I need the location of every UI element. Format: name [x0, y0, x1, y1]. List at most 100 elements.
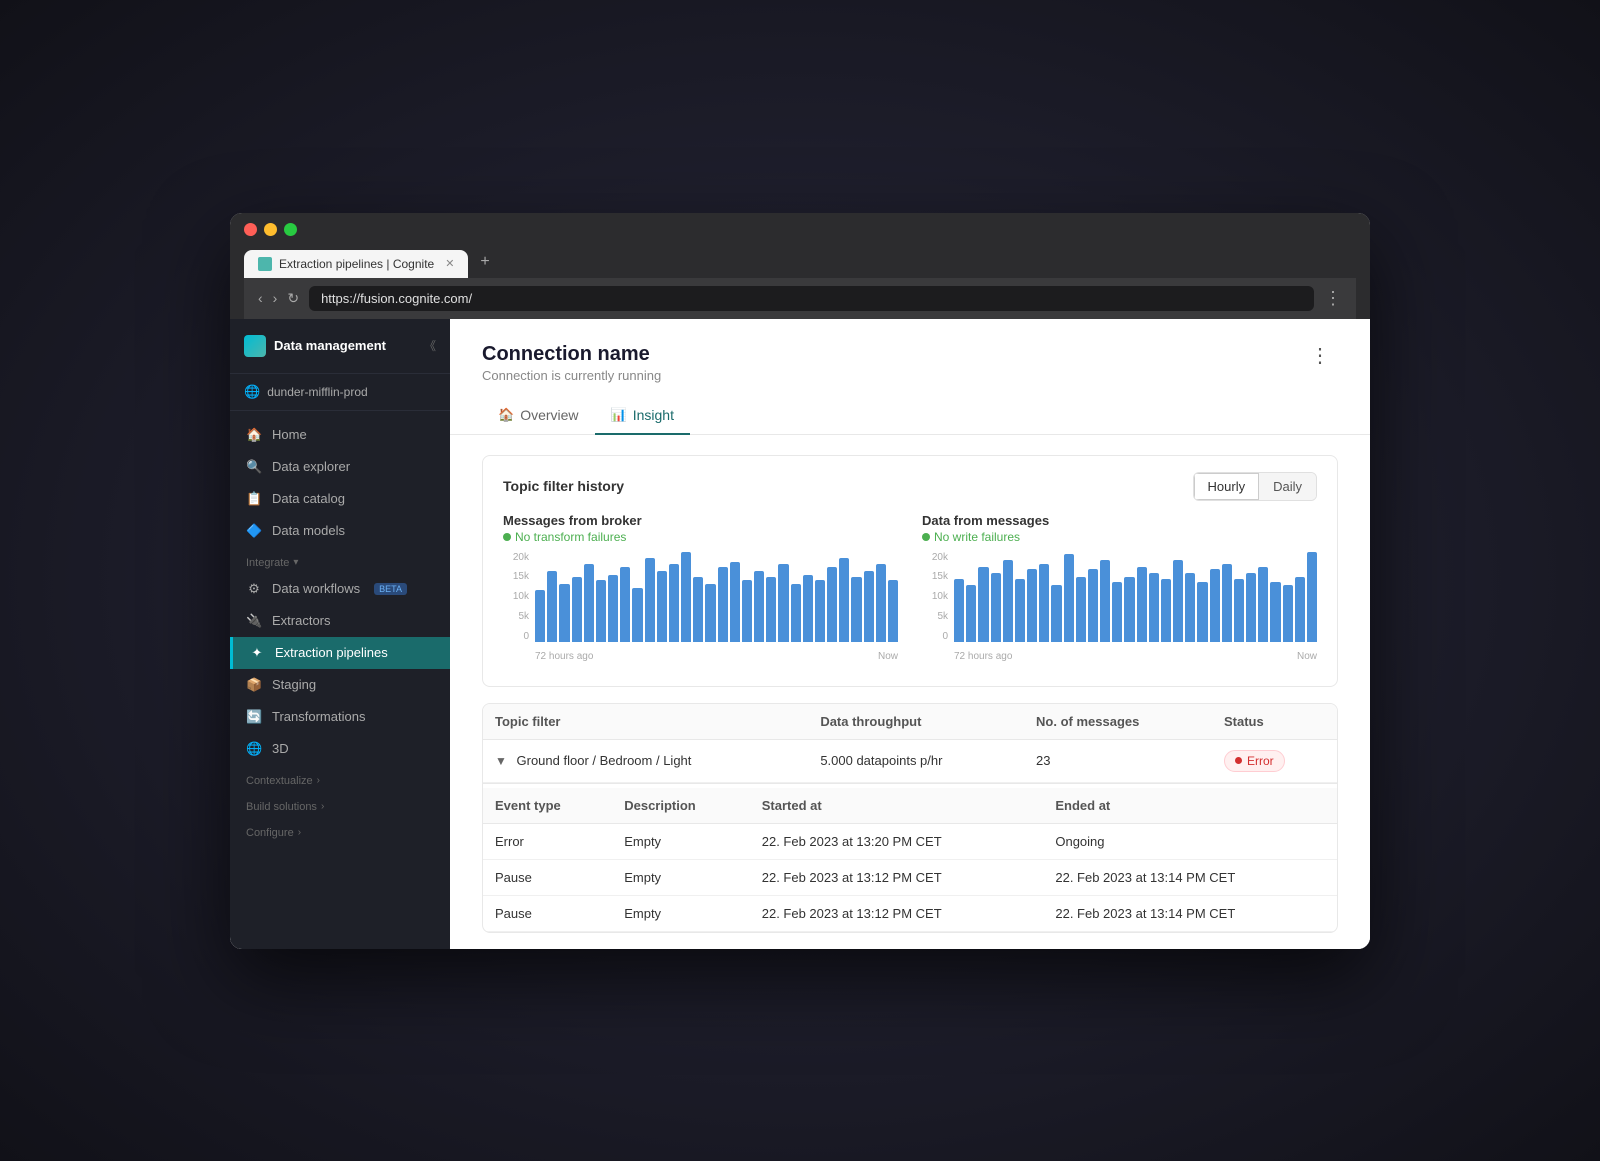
events-table-row[interactable]: PauseEmpty22. Feb 2023 at 13:12 PM CET22…	[483, 859, 1337, 895]
error-dot-icon	[1235, 757, 1242, 764]
events-table-row[interactable]: ErrorEmpty22. Feb 2023 at 13:20 PM CETOn…	[483, 823, 1337, 859]
search-icon: 🔍	[246, 459, 262, 475]
chart-bar	[1234, 579, 1244, 642]
sidebar-item-data-workflows[interactable]: ⚙ Data workflows BETA	[230, 573, 450, 605]
page-subtitle: Connection is currently running	[482, 368, 661, 383]
active-tab[interactable]: Extraction pipelines | Cognite ✕	[244, 250, 468, 278]
workspace-selector[interactable]: 🌐 dunder-mifflin-prod	[230, 374, 450, 411]
chart-bar	[572, 577, 582, 641]
sidebar-header: Data management 《	[230, 319, 450, 374]
events-table-row[interactable]: PauseEmpty22. Feb 2023 at 13:12 PM CET22…	[483, 895, 1337, 931]
chart-bar	[1088, 569, 1098, 642]
chart-bar	[742, 580, 752, 642]
y-label: 20k	[922, 552, 948, 563]
chevron-right-icon: ›	[317, 775, 320, 786]
sidebar-item-home[interactable]: 🏠 Home	[230, 419, 450, 451]
col-status: Status	[1212, 704, 1337, 740]
chart-bar	[766, 577, 776, 641]
new-tab-button[interactable]: +	[470, 246, 499, 278]
chart-bar	[1307, 552, 1317, 642]
messages-status-text: No transform failures	[515, 530, 626, 544]
page-title: Connection name	[482, 343, 661, 366]
sidebar-item-label: Home	[272, 427, 307, 442]
tab-insight[interactable]: 📊 Insight	[595, 397, 690, 435]
build-solutions-label: Build solutions	[246, 801, 317, 813]
browser-tabs: Extraction pipelines | Cognite ✕ +	[244, 246, 1356, 278]
app-container: Data management 《 🌐 dunder-mifflin-prod …	[230, 319, 1370, 949]
card-title-row: Topic filter history Hourly Daily	[503, 472, 1317, 501]
integrate-label: Integrate	[246, 557, 289, 569]
close-button[interactable]	[244, 223, 257, 236]
page-more-button[interactable]: ⋮	[1302, 343, 1338, 368]
tab-insight-label: Insight	[633, 407, 674, 423]
success-dot-icon	[503, 533, 511, 541]
sidebar-item-extraction-pipelines[interactable]: ✦ Extraction pipelines	[230, 637, 450, 669]
col-data-throughput: Data throughput	[808, 704, 1024, 740]
events-cell-description: Empty	[612, 859, 750, 895]
sidebar-item-transformations[interactable]: 🔄 Transformations	[230, 701, 450, 733]
topic-filter-table-card: Topic filter Data throughput No. of mess…	[482, 703, 1338, 933]
app-title: Data management	[274, 338, 416, 353]
minimize-button[interactable]	[264, 223, 277, 236]
tab-title: Extraction pipelines | Cognite	[279, 257, 434, 271]
workflows-icon: ⚙	[246, 581, 262, 597]
transformations-icon: 🔄	[246, 709, 262, 725]
data-y-axis: 20k 15k 10k 5k 0	[922, 552, 952, 642]
messages-x-labels: 72 hours ago Now	[535, 651, 898, 662]
chart-bar	[966, 585, 976, 641]
chart-bar	[705, 584, 715, 642]
sidebar-item-label: Data workflows	[272, 581, 360, 596]
chart-bar	[815, 580, 825, 642]
url-input[interactable]	[309, 286, 1314, 311]
sidebar-item-data-catalog[interactable]: 📋 Data catalog	[230, 483, 450, 515]
integrate-section-label[interactable]: Integrate ▾	[230, 547, 450, 573]
daily-toggle-button[interactable]: Daily	[1259, 473, 1316, 500]
chart-bar	[669, 564, 679, 641]
table-cell-throughput: 5.000 datapoints p/hr	[808, 739, 1024, 782]
configure-section-label[interactable]: Configure ›	[230, 817, 450, 843]
extractors-icon: 🔌	[246, 613, 262, 629]
chart-bar	[1112, 582, 1122, 642]
sidebar-item-label: Data catalog	[272, 491, 345, 506]
chart-bar	[681, 552, 691, 642]
sidebar-item-extractors[interactable]: 🔌 Extractors	[230, 605, 450, 637]
sidebar-item-data-explorer[interactable]: 🔍 Data explorer	[230, 451, 450, 483]
events-cell-started: 22. Feb 2023 at 13:12 PM CET	[750, 895, 1044, 931]
address-bar: ‹ › ↻ ⋮	[244, 278, 1356, 319]
browser-menu-button[interactable]: ⋮	[1324, 288, 1342, 309]
col-started-at: Started at	[750, 788, 1044, 824]
sidebar-item-data-models[interactable]: 🔷 Data models	[230, 515, 450, 547]
forward-button[interactable]: ›	[273, 290, 278, 306]
events-cell-ended: 22. Feb 2023 at 13:14 PM CET	[1043, 859, 1337, 895]
maximize-button[interactable]	[284, 223, 297, 236]
topic-filter-table: Topic filter Data throughput No. of mess…	[483, 704, 1337, 783]
tab-overview-label: Overview	[520, 407, 578, 423]
pipelines-icon: ✦	[249, 645, 265, 661]
sidebar-collapse-button[interactable]: 《	[424, 337, 436, 354]
events-table: Event type Description Started at Ended …	[483, 788, 1337, 932]
y-label: 10k	[922, 591, 948, 602]
y-label: 20k	[503, 552, 529, 563]
tab-close-button[interactable]: ✕	[445, 257, 454, 270]
sidebar-item-3d[interactable]: 🌐 3D	[230, 733, 450, 765]
table-header-row: Topic filter Data throughput No. of mess…	[483, 704, 1337, 740]
y-label: 0	[503, 631, 529, 642]
chart-bar	[1137, 567, 1147, 642]
contextualize-label: Contextualize	[246, 775, 313, 787]
events-cell-ended: Ongoing	[1043, 823, 1337, 859]
home-icon: 🏠	[246, 427, 262, 443]
hourly-toggle-button[interactable]: Hourly	[1194, 473, 1260, 500]
sidebar-item-label: Data models	[272, 523, 345, 538]
build-solutions-section-label[interactable]: Build solutions ›	[230, 791, 450, 817]
data-chart-title: Data from messages	[922, 513, 1317, 528]
back-button[interactable]: ‹	[258, 290, 263, 306]
reload-button[interactable]: ↻	[287, 290, 299, 307]
chart-bar	[851, 577, 861, 641]
tab-overview[interactable]: 🏠 Overview	[482, 397, 595, 435]
table-row[interactable]: ▼ Ground floor / Bedroom / Light 5.000 d…	[483, 739, 1337, 782]
expand-icon[interactable]: ▼	[495, 754, 507, 768]
chart-bar	[827, 567, 837, 642]
contextualize-section-label[interactable]: Contextualize ›	[230, 765, 450, 791]
messages-chart: Messages from broker No transform failur…	[503, 513, 898, 662]
sidebar-item-staging[interactable]: 📦 Staging	[230, 669, 450, 701]
